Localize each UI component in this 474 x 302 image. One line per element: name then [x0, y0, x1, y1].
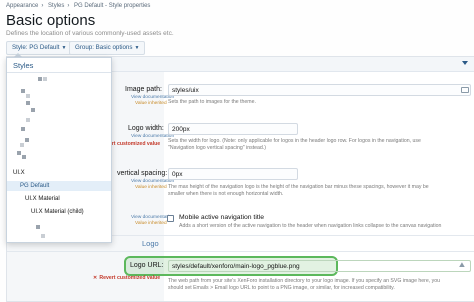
vertical-spacing-input[interactable]: 0px: [168, 168, 298, 180]
style-item-uix-material-child[interactable]: UI.X Material (child): [7, 207, 111, 217]
redacted-style-item[interactable]: [20, 143, 24, 147]
breadcrumb-appearance[interactable]: Appearance: [6, 3, 38, 9]
revert-x-icon: ✕: [93, 275, 98, 281]
section-divider-bottom: [7, 251, 474, 252]
redacted-style-item[interactable]: [21, 89, 25, 93]
logo-width-help-2: "Navigation logo vertical spacing" inste…: [168, 145, 266, 151]
nav-title-checkbox[interactable]: [167, 215, 174, 222]
styles-dropdown-menu: Styles UI.X PG Default UI.X Material UI.…: [6, 57, 112, 243]
redacted-style-item[interactable]: [17, 151, 21, 155]
vertical-spacing-label: vertical spacing:: [117, 170, 168, 177]
redacted-style-item[interactable]: [36, 225, 40, 229]
image-picker-icon[interactable]: ⛰: [459, 262, 465, 270]
nav-title-help: Adds a short version of the active navig…: [179, 223, 442, 229]
redacted-style-item[interactable]: [26, 118, 30, 122]
logo-url-help-2: should set Emails > Email logo URL to po…: [168, 285, 395, 291]
group-select-label: Group: Basic options: [75, 44, 133, 51]
image-path-help: Sets the path to images for the theme.: [168, 99, 256, 105]
logo-url-help-1: The web path from your site's XenForo in…: [168, 278, 441, 284]
redacted-style-item[interactable]: [21, 127, 25, 131]
style-select-label: Style: PG Default: [12, 44, 60, 51]
breadcrumb-styles[interactable]: Styles: [48, 3, 64, 9]
logo-url-revert-label: Revert customized value: [99, 275, 161, 281]
caret-down-icon: ▼: [134, 45, 140, 51]
redacted-style-item[interactable]: [41, 234, 45, 238]
group-select-button[interactable]: Group: Basic options ▼: [69, 41, 146, 55]
redacted-style-item[interactable]: [38, 77, 42, 81]
caret-down-icon: ▼: [61, 45, 67, 51]
logo-url-label: Logo URL:: [130, 262, 164, 269]
nav-title-checkbox-label[interactable]: Mobile active navigation title: [179, 214, 264, 221]
styles-menu-header: Styles: [7, 58, 111, 73]
redacted-style-item[interactable]: [26, 101, 30, 105]
redacted-style-item[interactable]: [26, 94, 30, 98]
logo-url-input[interactable]: styles/default/xenforo/main-logo_pgblue.…: [168, 260, 471, 272]
style-item-uix-material[interactable]: UI.X Material: [7, 194, 111, 204]
section-logo-heading: Logo: [142, 239, 159, 248]
vertical-spacing-help-2: smaller when there is not enough horizon…: [168, 191, 284, 197]
logo-width-label: Logo width:: [128, 125, 164, 132]
vertical-spacing-help-1: The max height of the navigation logo is…: [168, 184, 429, 190]
vertical-spacing-inherited: Value inherited: [135, 185, 167, 190]
page-title: Basic options: [6, 12, 96, 29]
collapse-chevron-icon[interactable]: [462, 61, 468, 65]
logo-width-help-1: Sets the width for logo. (Note: only app…: [168, 138, 421, 144]
image-path-label: Image path:: [125, 86, 162, 93]
style-item-pg-default[interactable]: PG Default: [7, 181, 111, 191]
redacted-style-item[interactable]: [22, 155, 26, 159]
style-item-uix[interactable]: UI.X: [7, 168, 111, 178]
image-path-input[interactable]: styles/uix: [168, 84, 471, 96]
breadcrumb: Appearance › Styles › PG Default - Style p…: [6, 3, 151, 9]
logo-url-revert[interactable]: ✕ Revert customized value: [93, 275, 160, 281]
page-description: Defines the location of various commonly…: [6, 30, 174, 37]
logo-width-input[interactable]: 200px: [168, 123, 298, 135]
image-path-inherited: Value inherited: [135, 101, 167, 106]
redacted-style-item[interactable]: [43, 77, 47, 81]
redacted-style-item[interactable]: [25, 138, 29, 142]
redacted-style-item[interactable]: [31, 108, 35, 112]
breadcrumb-style-properties[interactable]: PG Default - Style properties: [74, 3, 150, 9]
nav-title-inherited: Value inherited: [135, 221, 167, 226]
image-picker-icon[interactable]: [461, 87, 469, 93]
